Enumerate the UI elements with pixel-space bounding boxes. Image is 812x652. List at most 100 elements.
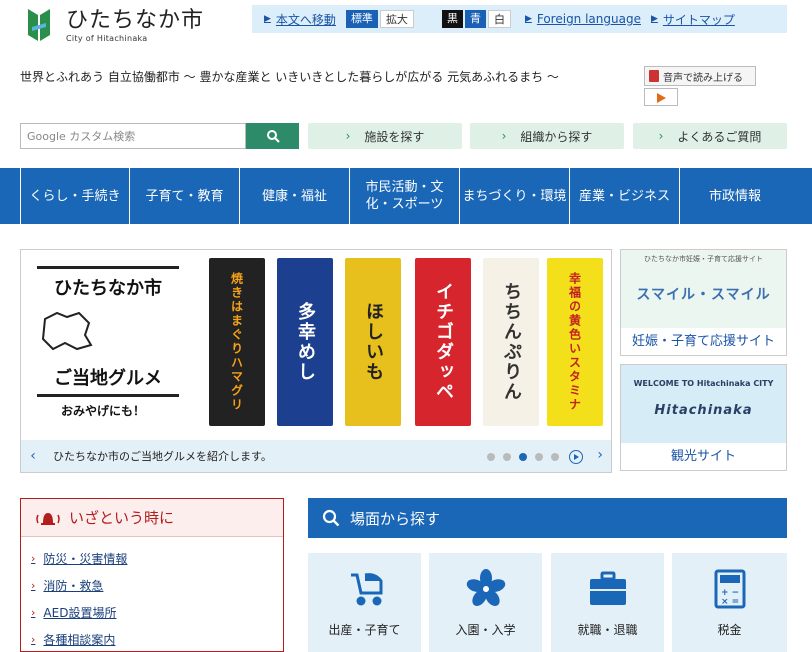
play-button[interactable] <box>644 88 678 106</box>
search-input[interactable]: Google カスタム検索 <box>20 123 246 149</box>
banner-small-text: WELCOME TO Hitachinaka CITY <box>633 379 774 388</box>
slider-dot[interactable] <box>551 453 559 461</box>
emergency-item-label: 消防・救急 <box>43 579 104 593</box>
chevron-right-icon: › <box>345 129 351 143</box>
skip-link-label: 本文へ移動 <box>275 12 336 27</box>
aed-locations-link[interactable]: › AED設置場所 <box>31 599 283 626</box>
tts-label: 音声で読み上げる <box>663 72 743 84</box>
scene-childbirth[interactable]: 出産・子育て <box>308 553 421 652</box>
emergency-item-label: 防災・災害情報 <box>43 552 128 566</box>
skip-to-content-link[interactable]: ▶ 本文へ移動 <box>264 11 336 28</box>
banner-main-text: スマイル・スマイル <box>636 287 771 303</box>
slider-dot[interactable] <box>519 453 527 461</box>
search-icon <box>266 130 280 143</box>
slider-dot[interactable] <box>535 453 543 461</box>
catchphrase: 世界とふれあう 自立協働都市 〜 豊かな産業と いきいきとした暮らしが広がる 元… <box>20 70 559 84</box>
search-icon <box>322 509 340 527</box>
chevron-right-icon: › <box>501 129 507 143</box>
city-emblem-icon <box>28 9 50 41</box>
nav-culture[interactable]: 市民活動・文化・スポーツ <box>350 168 460 224</box>
scene-school-entry[interactable]: 入園・入学 <box>429 553 542 652</box>
foreign-language-link[interactable]: ▶ Foreign language <box>525 12 641 26</box>
slide-city-title: ひたちなか市 <box>54 278 162 299</box>
tourism-banner-image: WELCOME TO Hitachinaka CITY Hitachinaka <box>621 365 786 443</box>
emergency-list: › 防災・災害情報 › 消防・救急 › AED設置場所 › 各種相談案内 <box>21 537 283 652</box>
triangle-right-icon: ▶ <box>264 14 271 24</box>
search-placeholder: Google カスタム検索 <box>27 130 136 143</box>
slide-image[interactable]: ひたちなか市 ご当地グルメ おみやげにも！ 焼きはまぐりハマグリ 多幸めし ほし… <box>21 250 611 440</box>
emergency-item-label: AED設置場所 <box>43 606 117 620</box>
divider <box>37 266 179 269</box>
slider-dot[interactable] <box>487 453 495 461</box>
childcare-site-banner[interactable]: ひたちなか市妊娠・子育て応援サイト スマイル・スマイル 妊娠・子育て応援サイト <box>620 249 787 356</box>
banner-main-text: Hitachinaka <box>654 403 753 418</box>
utility-bar: ▶ 本文へ移動 標準 拡大 黒 青 白 ▶ Foreign language ▶ サイ… <box>252 5 787 33</box>
scene-search-header: 場面から探す <box>308 498 787 538</box>
foreign-language-label: Foreign language <box>536 12 641 26</box>
sitemap-link[interactable]: ▶ サイトマップ <box>651 11 735 28</box>
disaster-info-link[interactable]: › 防災・災害情報 <box>31 545 283 572</box>
svg-text:× =: × = <box>721 597 739 607</box>
nav-industry[interactable]: 産業・ビジネス <box>570 168 680 224</box>
search-button[interactable] <box>246 123 299 149</box>
emergency-panel: いざという時に › 防災・災害情報 › 消防・救急 › AED設置場所 › 各種相談案内 <box>20 498 284 652</box>
stroller-icon <box>350 573 382 606</box>
alarm-bell-icon <box>36 512 60 525</box>
organization-search-link[interactable]: › 組織から探す <box>470 123 624 149</box>
gourmet-slider: ひたちなか市 ご当地グルメ おみやげにも！ 焼きはまぐりハマグリ 多幸めし ほし… <box>20 249 612 473</box>
emergency-header: いざという時に <box>21 499 283 537</box>
color-white-button[interactable]: 白 <box>487 10 511 28</box>
slide-note: おみやげにも！ <box>61 404 146 418</box>
scene-label: 就職・退職 <box>577 623 638 637</box>
nav-childcare[interactable]: 子育て・教育 <box>130 168 240 224</box>
font-standard-button[interactable]: 標準 <box>345 10 378 28</box>
scene-employment[interactable]: 就職・退職 <box>551 553 664 652</box>
nav-administration[interactable]: 市政情報 <box>680 168 790 224</box>
gourmet-title-block: ひたちなか市 ご当地グルメ <box>37 266 179 402</box>
gourmet-banner: 多幸めし <box>277 258 333 426</box>
divider <box>37 394 179 397</box>
nav-living[interactable]: くらし・手続き <box>20 168 130 224</box>
calculator-icon: + − × = <box>714 569 745 609</box>
gourmet-banner: 焼きはまぐりハマグリ <box>209 258 265 426</box>
scene-label: 出産・子育て <box>328 623 401 637</box>
scene-label: 入園・入学 <box>455 623 516 637</box>
text-to-speech-button[interactable]: 音声で読み上げる <box>644 66 756 86</box>
scene-tax[interactable]: + − × = 税金 <box>672 553 787 652</box>
slider-prev-button[interactable]: ‹ <box>21 448 45 464</box>
color-blue-button[interactable]: 青 <box>464 10 486 28</box>
tourism-site-label: 観光サイト <box>670 449 736 464</box>
font-large-button[interactable]: 拡大 <box>379 10 414 28</box>
gourmet-banner: イチゴダッペ <box>415 258 471 426</box>
faq-link[interactable]: › よくあるご質問 <box>633 123 787 149</box>
logo-title: ひたちなか市 <box>66 7 205 33</box>
childcare-banner-image: ひたちなか市妊娠・子育て応援サイト スマイル・スマイル <box>621 250 786 328</box>
fire-ambulance-link[interactable]: › 消防・救急 <box>31 572 283 599</box>
city-map-icon <box>41 311 93 351</box>
sitemap-label: サイトマップ <box>662 12 735 27</box>
emergency-title: いざという時に <box>69 509 175 527</box>
nav-health[interactable]: 健康・福祉 <box>240 168 350 224</box>
gourmet-banner: ほしいも <box>345 258 401 426</box>
tourism-site-banner[interactable]: WELCOME TO Hitachinaka CITY Hitachinaka … <box>620 364 787 471</box>
scene-label: 税金 <box>717 623 742 637</box>
slider-dot[interactable] <box>503 453 511 461</box>
chevron-right-icon: › <box>31 552 36 565</box>
quick-link-label: よくあるご質問 <box>677 129 762 144</box>
slider-dots <box>487 450 583 464</box>
facility-search-link[interactable]: › 施設を探す <box>308 123 462 149</box>
city-logo[interactable]: ひたちなか市 City of Hitachinaka <box>22 3 232 47</box>
slider-next-button[interactable]: › <box>597 447 603 463</box>
nav-town[interactable]: まちづくり・環境 <box>460 168 570 224</box>
global-nav: くらし・手続き 子育て・教育 健康・福祉 市民活動・文化・スポーツ まちづくり・… <box>0 168 812 224</box>
consultation-link[interactable]: › 各種相談案内 <box>31 626 283 652</box>
banner-small-text: ひたちなか市妊娠・子育て応援サイト <box>644 255 763 263</box>
emergency-item-label: 各種相談案内 <box>43 633 116 647</box>
slider-play-button[interactable] <box>569 450 583 464</box>
color-black-button[interactable]: 黒 <box>441 10 463 28</box>
quick-link-label: 組織から探す <box>520 129 593 144</box>
chevron-right-icon: › <box>31 633 36 646</box>
cherry-blossom-icon <box>466 569 505 606</box>
triangle-right-icon: ▶ <box>524 14 532 24</box>
chevron-right-icon: › <box>658 129 664 143</box>
